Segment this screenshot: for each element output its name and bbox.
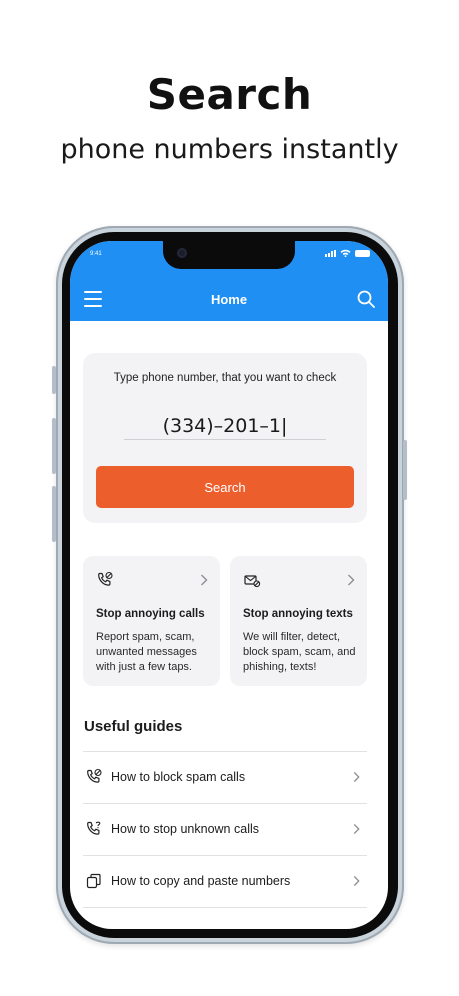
copy-icon (86, 873, 101, 889)
status-time: 9:41 (90, 251, 102, 257)
app-screen: 9:41 Home Type phone number, that you wa… (70, 241, 388, 929)
feature-description: We will filter, detect, block spam, scam… (243, 631, 356, 673)
search-icon[interactable] (356, 289, 376, 309)
guide-item-copy-paste[interactable]: How to copy and paste numbers (83, 855, 367, 907)
volume-up-button (52, 418, 56, 474)
mute-switch (52, 366, 56, 394)
phone-number-input[interactable] (124, 412, 326, 440)
feature-description: Report spam, scam, unwanted messages wit… (96, 631, 197, 673)
search-button[interactable]: Search (96, 466, 354, 508)
page-title: Home (210, 292, 248, 307)
stop-texts-card[interactable]: Stop annoying texts We will filter, dete… (230, 556, 367, 686)
phone-block-icon (98, 571, 113, 586)
chevron-right-icon (353, 824, 360, 834)
guide-label: How to copy and paste numbers (111, 874, 291, 888)
chevron-right-icon (348, 574, 355, 586)
stop-calls-card[interactable]: Stop annoying calls Report spam, scam, u… (83, 556, 220, 686)
phone-block-icon (87, 768, 102, 783)
guide-item-stop-unknown[interactable]: How to stop unknown calls (83, 803, 367, 855)
feature-title: Stop annoying texts (243, 608, 353, 620)
promo-subline: phone numbers instantly (60, 134, 399, 165)
cellular-signal-icon (325, 250, 336, 257)
chevron-right-icon (201, 574, 208, 586)
divider (83, 907, 367, 908)
status-icons (325, 249, 370, 257)
search-prompt: Type phone number, that you want to chec… (113, 372, 337, 384)
notch (163, 241, 295, 269)
chevron-right-icon (353, 876, 360, 886)
guide-item-block-spam[interactable]: How to block spam calls (83, 751, 367, 803)
front-camera (177, 248, 187, 258)
feature-title: Stop annoying calls (96, 608, 205, 620)
promo-headline: Search (146, 70, 313, 119)
phone-question-icon (87, 821, 101, 835)
search-card: Type phone number, that you want to chec… (83, 353, 367, 523)
volume-down-button (52, 486, 56, 542)
battery-icon (355, 250, 370, 257)
guide-label: How to block spam calls (111, 770, 246, 784)
wifi-icon (340, 249, 351, 257)
message-block-icon (244, 575, 261, 588)
guide-label: How to stop unknown calls (111, 822, 259, 836)
chevron-right-icon (353, 772, 360, 782)
guides-heading: Useful guides (84, 718, 183, 735)
power-button (403, 440, 407, 500)
